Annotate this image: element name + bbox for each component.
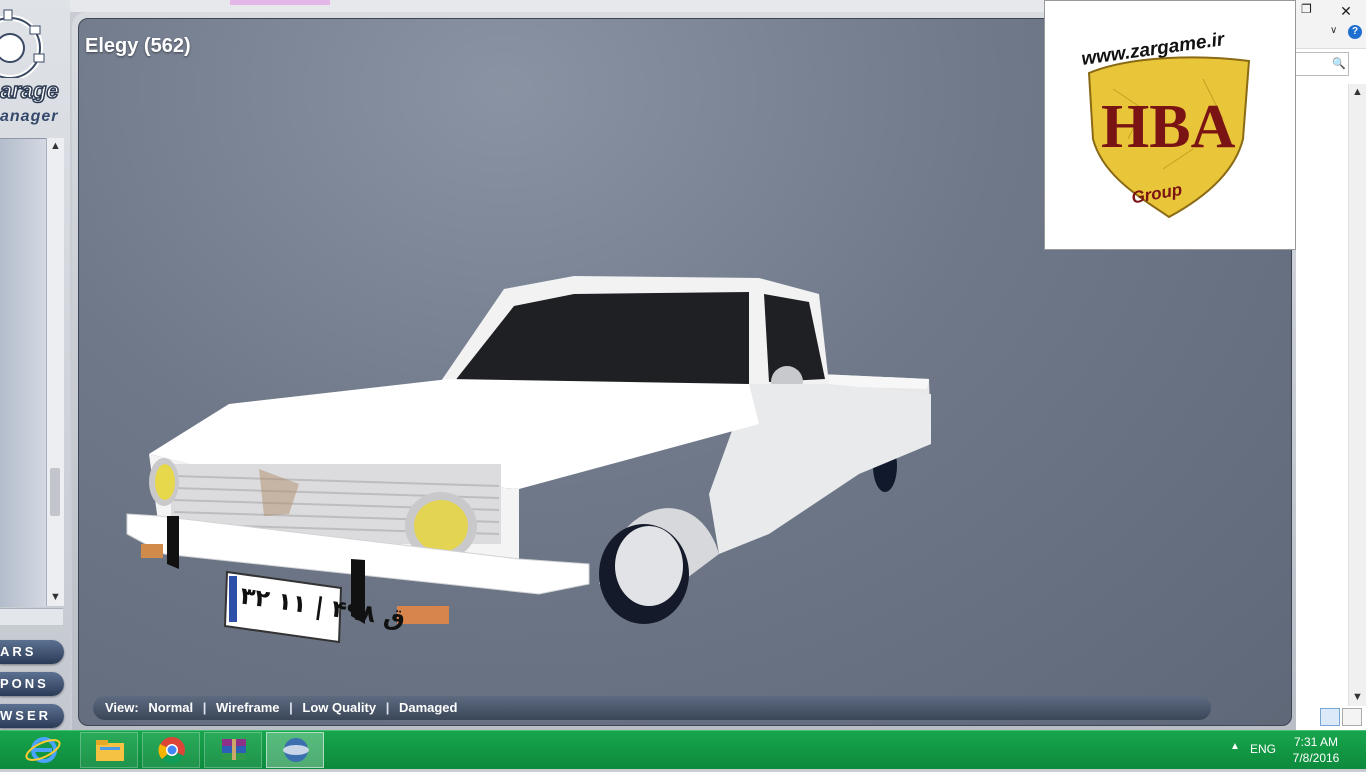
scroll-down-icon[interactable]: ▼ [47, 589, 64, 606]
view-mode-bar: View: Normal | Wireframe | Low Quality |… [93, 696, 1211, 720]
scroll-thumb[interactable] [50, 468, 60, 516]
window-toolbar: ❐ ✕ ∨ ? [1296, 0, 1366, 49]
view-separator: | [385, 700, 390, 715]
view-toggle-group [1316, 706, 1366, 730]
vehicle-list-hscrollbar[interactable] [0, 608, 63, 625]
language-indicator[interactable]: ENG [1250, 742, 1276, 756]
vehicle-list-scrollbar[interactable]: ▲ ▼ [46, 138, 64, 606]
restore-icon[interactable]: ❐ [1301, 2, 1312, 16]
scroll-up-icon[interactable]: ▲ [1349, 84, 1366, 101]
vehicle-list[interactable] [0, 138, 46, 607]
app-logo-word: arage [0, 77, 59, 104]
search-icon[interactable]: 🔍 [1332, 57, 1346, 70]
nav-weapons-button[interactable]: PONS [0, 672, 64, 696]
left-app-panel: arage anager ▲ ▼ ARS PONS WSER [0, 0, 70, 730]
scroll-down-icon[interactable]: ▼ [1349, 689, 1366, 706]
details-view-icon[interactable] [1320, 708, 1340, 726]
internet-explorer-icon[interactable] [22, 733, 68, 767]
view-wireframe-option[interactable]: Wireframe [216, 700, 279, 715]
clock[interactable]: 7:31 AM 7/8/2016 [1284, 734, 1348, 766]
clock-time: 7:31 AM [1293, 735, 1339, 749]
view-normal-option[interactable]: Normal [142, 700, 193, 715]
window-scrollbar[interactable]: ▲ ▼ [1348, 84, 1366, 706]
shield-icon: HBA Group [1087, 56, 1251, 219]
chevron-down-icon[interactable]: ∨ [1330, 25, 1337, 36]
view-label: View: [105, 700, 139, 715]
nav-cars-button[interactable]: ARS [0, 640, 64, 664]
watermark-letters: HBA [1101, 93, 1236, 161]
thumbnail-view-icon[interactable] [1342, 708, 1362, 726]
view-damaged-option[interactable]: Damaged [399, 700, 458, 715]
view-separator: | [202, 700, 207, 715]
scroll-up-icon[interactable]: ▲ [47, 138, 64, 155]
vehicle-model[interactable]: ۳۲ ق ۴۹۸ | ۱۱ [119, 254, 939, 654]
search-input[interactable]: 🔍 [1296, 52, 1349, 76]
winrar-icon[interactable] [204, 732, 262, 768]
nav-browser-button[interactable]: WSER [0, 704, 64, 728]
app-logo-subtitle: anager [0, 108, 59, 125]
chrome-icon[interactable] [142, 732, 200, 768]
garage-manager-icon[interactable] [266, 732, 324, 768]
tray-expand-icon[interactable]: ▲ [1230, 741, 1240, 752]
clock-date: 7/8/2016 [1292, 751, 1340, 765]
top-strip [0, 0, 1044, 12]
watermark-logo: www.zargame.ir HBA Group [1044, 0, 1296, 250]
vehicle-title: Elegy (562) [85, 35, 191, 57]
background-window: ❐ ✕ ∨ ? 🔍 ▲ ▼ [1296, 0, 1366, 730]
taskbar: ▲ ENG 7:31 AM 7/8/2016 [0, 730, 1366, 769]
close-icon[interactable]: ✕ [1326, 0, 1366, 22]
file-explorer-icon[interactable] [80, 732, 138, 768]
view-low-quality-option[interactable]: Low Quality [302, 700, 376, 715]
help-icon[interactable]: ? [1348, 25, 1362, 39]
gear-logo-icon [0, 9, 45, 78]
top-tab-highlight [230, 0, 330, 5]
view-separator: | [289, 700, 293, 715]
